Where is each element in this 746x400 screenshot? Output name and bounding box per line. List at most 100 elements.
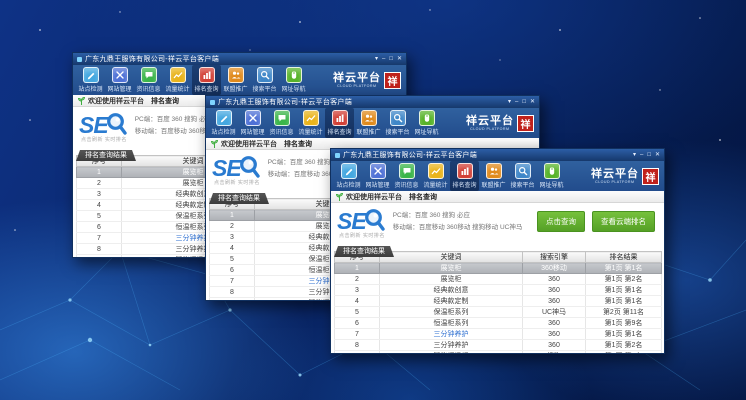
col-header-keyword[interactable]: 关键词 [380, 252, 523, 263]
seo-logo: SE 点击刷新 实时排名 [212, 157, 261, 180]
toolbar-item-site-check[interactable]: 站点检测 [76, 65, 105, 95]
toolbar-item-url-nav[interactable]: 网址导航 [279, 65, 308, 95]
toolbar-label: 站点检测 [78, 84, 102, 93]
chat-icon [399, 163, 415, 179]
toolbar-item-site-manage[interactable]: 网站管理 [105, 65, 134, 95]
col-header-engine[interactable]: 搜索引擎 [523, 252, 586, 263]
toolbar-item-traffic-stats[interactable]: 流量统计 [163, 65, 192, 95]
toolbar-label: 资讯信息 [394, 180, 418, 189]
line-chart-icon [170, 67, 186, 83]
welcome-section-label: 排名查询 [284, 139, 312, 149]
toolbar-item-alliance-promo[interactable]: 联盟推广 [221, 65, 250, 95]
table-row[interactable]: 5保温柜系列UC神马第2页 第11名 [335, 307, 662, 318]
maximize-icon[interactable]: □ [389, 56, 393, 62]
toolbar-label: 排名查询 [194, 84, 218, 93]
toolbar-item-alliance-promo[interactable]: 联盟推广 [354, 108, 383, 138]
results-tab-row: 排名查询结果 [331, 240, 664, 251]
minimize-icon[interactable]: – [640, 152, 643, 158]
window-titlebar[interactable]: 广东九鼎王服饰有限公司-祥云平台客户端 ▾ – □ ✕ [331, 149, 664, 161]
window-titlebar[interactable]: 广东九鼎王服饰有限公司-祥云平台客户端 ▾ – □ ✕ [73, 53, 406, 65]
table-row[interactable]: 9智能恒温柜搜狗第1页 第1名 [335, 351, 662, 355]
toolbar-item-url-nav[interactable]: 网址导航 [537, 161, 566, 191]
cell-engine: 360 [523, 296, 586, 307]
toolbar-item-site-check[interactable]: 站点检测 [209, 108, 238, 138]
cell-engine: UC神马 [523, 307, 586, 318]
cell-rank: 第1页 第1名 [586, 329, 662, 340]
tab-rank-results[interactable]: 排名查询结果 [209, 193, 269, 204]
toolbar-label: 联盟推广 [481, 180, 505, 189]
table-row[interactable]: 2展览柜360第1页 第2名 [335, 274, 662, 285]
toolbar-label: 站点检测 [211, 127, 235, 136]
toolbar-label: 联盟推广 [223, 84, 247, 93]
dropdown-icon[interactable]: ▾ [508, 99, 511, 105]
table-row[interactable]: 1展览柜360移动第1页 第1名 [335, 263, 662, 274]
maximize-icon[interactable]: □ [647, 152, 651, 158]
cell-no: 6 [210, 265, 255, 276]
toolbar-item-search-platform[interactable]: 搜索平台 [508, 161, 537, 191]
view-cloud-rank-button[interactable]: 查看云端排名 [592, 211, 655, 232]
toolbar-item-site-check[interactable]: 站点检测 [334, 161, 363, 191]
cell-no: 1 [210, 210, 255, 221]
minimize-icon[interactable]: – [382, 56, 385, 62]
toolbar-item-site-manage[interactable]: 网站管理 [363, 161, 392, 191]
toolbar-item-rank-query[interactable]: 排名查询 [325, 108, 354, 138]
table-row[interactable]: 4经典款定制360第1页 第1名 [335, 296, 662, 307]
toolbar-label: 排名查询 [327, 127, 351, 136]
cell-no: 7 [77, 233, 122, 244]
magnifier-icon [106, 112, 128, 136]
table-row[interactable]: 3经典款创意360第1页 第1名 [335, 285, 662, 296]
toolbar-item-site-manage[interactable]: 网站管理 [238, 108, 267, 138]
cell-engine: 360 [523, 274, 586, 285]
cell-keyword: 恒温柜系列 [380, 318, 523, 329]
table-row[interactable]: 6恒温柜系列360第1页 第9名 [335, 318, 662, 329]
app-icon [335, 153, 340, 158]
cell-no: 2 [335, 274, 380, 285]
search-icon [257, 67, 273, 83]
tab-rank-results[interactable]: 排名查询结果 [334, 246, 394, 257]
logo-subtext: CLOUD PLATFORM [337, 84, 376, 88]
people-icon [228, 67, 244, 83]
cell-keyword: 经典款创意 [380, 285, 523, 296]
toolbar-item-search-platform[interactable]: 搜索平台 [383, 108, 412, 138]
table-row[interactable]: 7三分钟养护360第1页 第1名 [335, 329, 662, 340]
toolbar-label: 流量统计 [165, 84, 189, 93]
close-icon[interactable]: ✕ [655, 152, 660, 158]
cell-rank: 第1页 第2名 [586, 340, 662, 351]
line-chart-icon [303, 110, 319, 126]
minimize-icon[interactable]: – [515, 99, 518, 105]
logo-text: 祥云平台 [591, 169, 639, 180]
toolbar-label: 网址导航 [414, 127, 438, 136]
people-icon [486, 163, 502, 179]
toolbar-item-news[interactable]: 资讯信息 [267, 108, 296, 138]
toolbar-item-traffic-stats[interactable]: 流量统计 [296, 108, 325, 138]
maximize-icon[interactable]: □ [522, 99, 526, 105]
col-header-rank[interactable]: 排名结果 [586, 252, 662, 263]
toolbar-item-news[interactable]: 资讯信息 [134, 65, 163, 95]
tab-rank-results[interactable]: 排名查询结果 [76, 150, 136, 161]
close-icon[interactable]: ✕ [530, 99, 535, 105]
toolbar-item-news[interactable]: 资讯信息 [392, 161, 421, 191]
toolbar-item-alliance-promo[interactable]: 联盟推广 [479, 161, 508, 191]
seo-panel: SE 点击刷新 实时排名 PC端：百度 360 搜狗 必应 移动端：百度移动 3… [331, 203, 664, 240]
cell-no: 3 [77, 189, 122, 200]
dropdown-icon[interactable]: ▾ [375, 56, 378, 62]
toolbar-item-rank-query[interactable]: 排名查询 [450, 161, 479, 191]
dropdown-icon[interactable]: ▾ [633, 152, 636, 158]
main-toolbar: 站点检测 网站管理 资讯信息 流量统计 [206, 108, 539, 138]
toolbar-item-rank-query[interactable]: 排名查询 [192, 65, 221, 95]
toolbar-item-search-platform[interactable]: 搜索平台 [250, 65, 279, 95]
welcome-text: 欢迎使用祥云平台 [88, 96, 144, 106]
mouse-icon [544, 163, 560, 179]
close-icon[interactable]: ✕ [397, 56, 402, 62]
query-button[interactable]: 点击查询 [537, 211, 585, 232]
toolbar-item-traffic-stats[interactable]: 流量统计 [421, 161, 450, 191]
toolbar-item-url-nav[interactable]: 网址导航 [412, 108, 441, 138]
window-titlebar[interactable]: 广东九鼎王服饰有限公司-祥云平台客户端 ▾ – □ ✕ [206, 96, 539, 108]
toolbar-label: 网站管理 [365, 180, 389, 189]
logo-subtext: CLOUD PLATFORM [595, 180, 634, 184]
tools-icon [245, 110, 261, 126]
table-row[interactable]: 8三分钟养护360第1页 第2名 [335, 340, 662, 351]
platform-logo: 祥云平台 CLOUD PLATFORM 祥 [466, 108, 536, 138]
cell-engine: 360 [523, 340, 586, 351]
welcome-bar: 欢迎使用祥云平台 排名查询 [331, 191, 664, 203]
